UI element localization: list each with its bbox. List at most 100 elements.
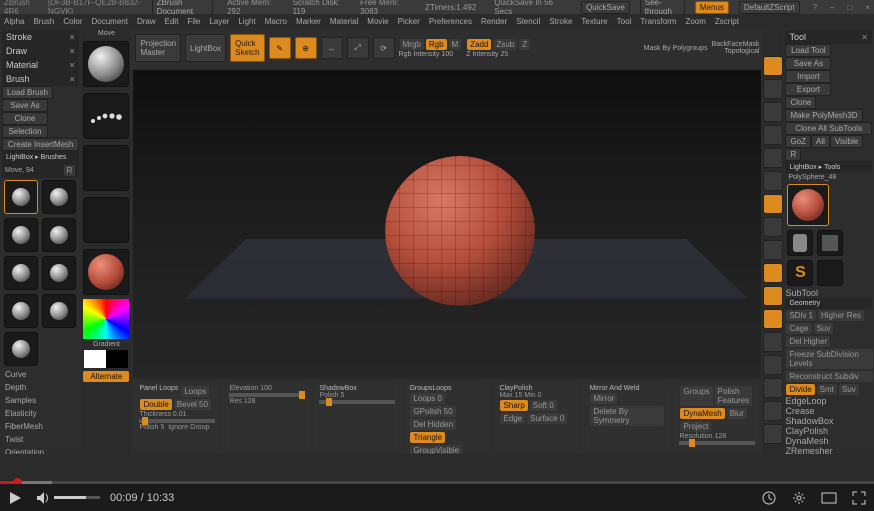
menu-layer[interactable]: Layer [209,17,229,26]
move-view-icon[interactable] [763,263,783,283]
geometry-header[interactable]: Geometry [785,298,872,309]
brush-r-toggle[interactable]: R [64,165,76,176]
m-toggle[interactable]: M [449,39,462,50]
clone-brush-button[interactable]: Clone [2,112,48,125]
elevation-slider[interactable] [229,393,305,397]
rgb-toggle[interactable]: Rgb [426,39,447,50]
surface-val[interactable]: Surface 0 [527,413,567,424]
goz-button[interactable]: GoZ [785,135,811,148]
gradient-label[interactable]: Gradient [93,341,120,348]
volume-slider[interactable] [54,496,100,499]
menu-stroke[interactable]: Stroke [549,17,572,26]
clone-tool-button[interactable]: Clone [785,96,816,109]
save-brush-button[interactable]: Save As [2,99,48,112]
ghost-icon[interactable] [763,378,783,398]
theater-button[interactable] [814,484,844,511]
stroke-header[interactable]: Stroke✕ [2,30,79,44]
menu-zscript[interactable]: Zscript [715,17,739,26]
del-higher-button[interactable]: Del Higher [786,336,830,347]
tool-thumb-extra[interactable] [817,260,843,286]
projection-master-button[interactable]: Projection Master [135,34,181,62]
max-val[interactable]: Max 15 [499,392,522,399]
panel-loops-label[interactable]: Panel Loops [139,385,178,398]
polish2-slider[interactable] [319,400,395,404]
min-val[interactable]: Min 0 [524,392,541,399]
scale-icon[interactable]: ⤢ [347,37,369,59]
menu-stencil[interactable]: Stencil [516,17,540,26]
tool-thumb-simplebrush[interactable]: S [787,260,813,286]
zcut-toggle[interactable]: Z [519,39,530,50]
solo-icon[interactable] [763,401,783,421]
backface-mask[interactable]: BackFaceMask [712,41,760,48]
texture-thumb[interactable] [83,197,129,243]
brush-thumb[interactable] [42,218,76,252]
sec-crease[interactable]: Crease [785,406,872,416]
divide-button[interactable]: Divide [786,384,814,395]
dynamesh-button[interactable]: DynaMesh [680,408,724,419]
import-button[interactable]: Import [785,70,831,83]
viewport[interactable] [133,70,761,378]
edit-icon[interactable]: ✎ [269,37,291,59]
edge-val[interactable]: Edge [500,413,525,424]
loops-val[interactable]: Loops [181,386,209,397]
sec-shadowbox[interactable]: ShadowBox [785,416,872,426]
menu-color[interactable]: Color [63,17,82,26]
material-thumb[interactable] [83,249,129,295]
alternate-button[interactable]: Alternate [83,371,129,382]
help-icon[interactable]: ? [813,3,817,12]
scroll-icon[interactable] [763,79,783,99]
zoom-icon[interactable] [763,102,783,122]
opt-depth[interactable]: Depth [2,381,79,394]
rotate-view-icon[interactable] [763,309,783,329]
suv2-toggle[interactable]: Suv [839,384,859,395]
clone-subtools-button[interactable]: Clone All SubTools [785,122,872,135]
draw-header[interactable]: Draw✕ [2,44,79,58]
double-toggle[interactable]: Double [140,399,171,410]
stroke-thumb[interactable] [83,93,129,139]
project-toggle[interactable]: Project [680,421,711,432]
menu-alpha[interactable]: Alpha [4,17,24,26]
settings-button[interactable] [784,484,814,511]
sdiv-val[interactable]: SDiv 1 [786,310,816,321]
sec-edgeloop[interactable]: EdgeLoop [785,396,872,406]
suv-toggle[interactable]: Suv [814,323,834,334]
zadd-toggle[interactable]: Zadd [467,39,491,50]
load-brush-button[interactable]: Load Brush [2,86,53,99]
freeze-subdiv-button[interactable]: Freeze SubDivision Levels [786,349,873,369]
groupsloops-label[interactable]: GroupsLoops [409,385,451,392]
opt-twist[interactable]: Twist [2,433,79,446]
quicksketch-button[interactable]: Quick Sketch [230,34,264,62]
claypolish-label[interactable]: ClayPolish [499,385,575,392]
menu-marker[interactable]: Marker [296,17,321,26]
opt-orientation[interactable]: Orientation [2,446,79,454]
xpose-icon[interactable] [763,424,783,444]
defaultscript-button[interactable]: DefaultZScript [739,1,800,14]
cage-toggle[interactable]: Cage [786,323,811,334]
rotate-icon[interactable]: ⟳ [373,37,395,59]
active-brush-thumb[interactable] [83,41,129,87]
create-insertmesh-button[interactable]: Create InsertMesh [2,138,79,151]
play-button[interactable] [0,484,30,511]
menu-material[interactable]: Material [330,17,358,26]
brush-thumb[interactable] [4,294,38,328]
mask-polygroups[interactable]: Mask By Polygroups [644,45,708,52]
mirror-weld-label[interactable]: Mirror And Weld [589,385,665,392]
floor-icon[interactable] [763,194,783,214]
mirror-button[interactable]: Mirror [590,393,617,404]
menus-button[interactable]: Menus [695,1,729,14]
opt-samples[interactable]: Samples [2,394,79,407]
sec-zremesher[interactable]: ZRemesher [785,446,872,454]
res-val[interactable]: Res 128 [229,398,305,405]
fullscreen-button[interactable] [844,484,874,511]
load-tool-button[interactable]: Load Tool [785,44,831,57]
dynamesh-res-slider[interactable] [679,441,755,445]
save-tool-button[interactable]: Save As [785,57,831,70]
subtool-section[interactable]: SubTool [785,288,872,298]
menu-tool[interactable]: Tool [617,17,632,26]
menu-file[interactable]: File [187,17,200,26]
brush-thumb[interactable] [42,256,76,290]
blur-val[interactable]: Blur [727,408,747,419]
del-hidden-button[interactable]: Del Hidden [410,419,456,430]
menu-brush[interactable]: Brush [33,17,54,26]
lightbox-button[interactable]: LightBox [185,34,226,62]
